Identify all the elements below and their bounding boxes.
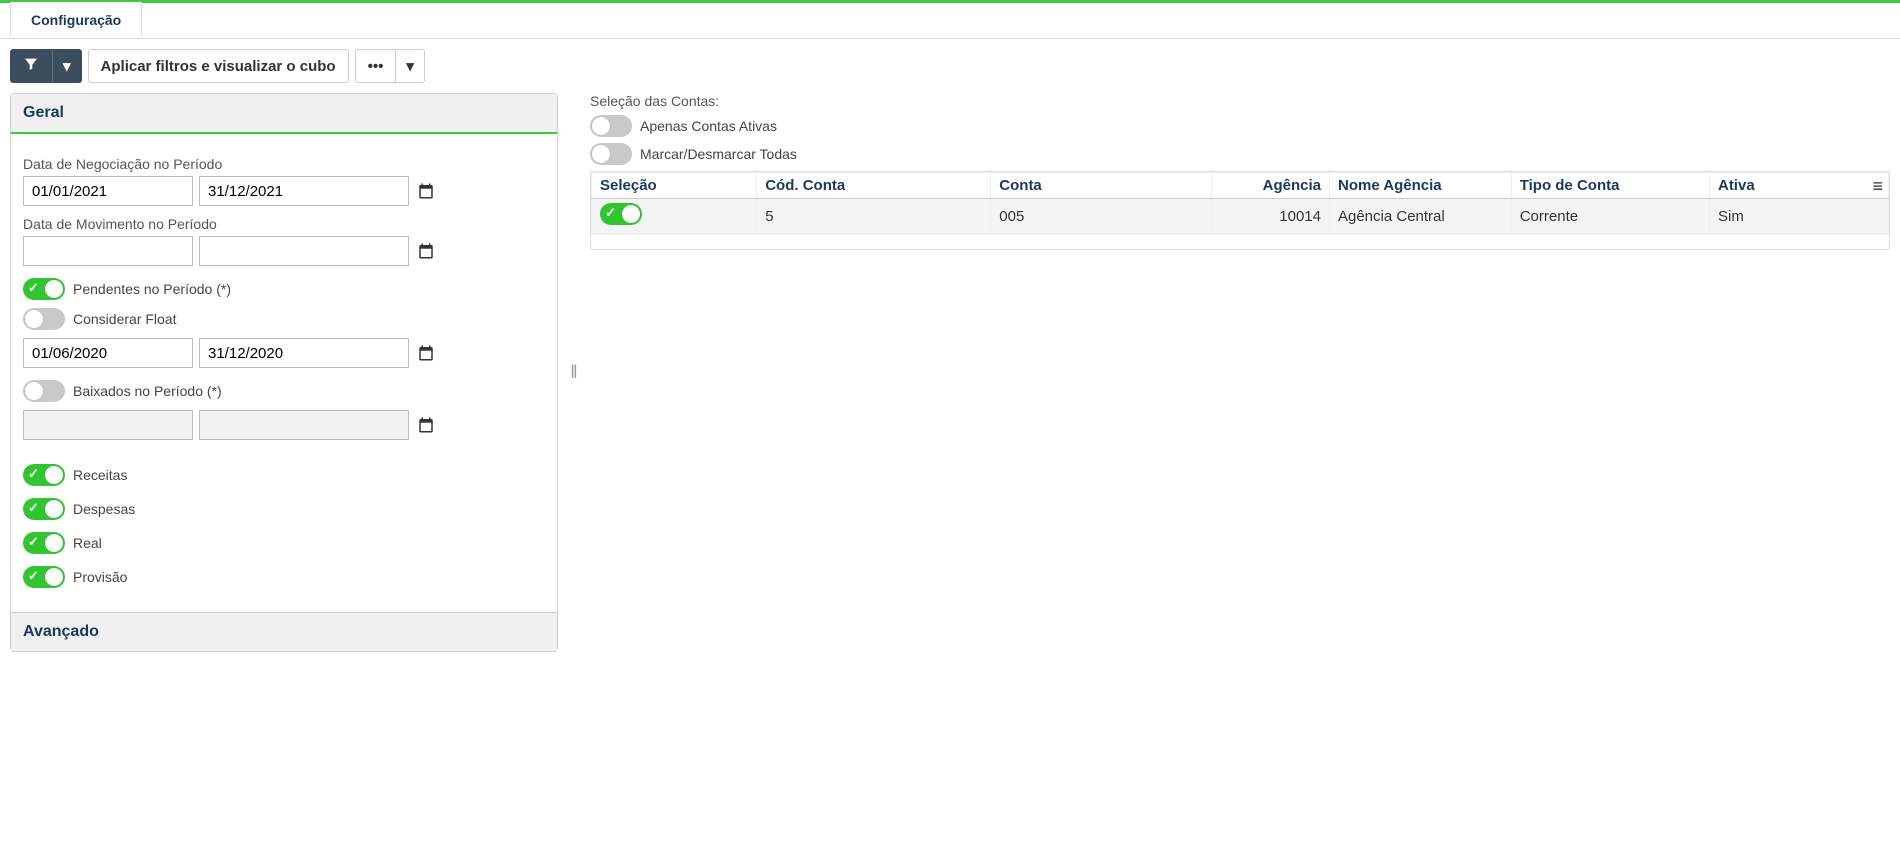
more-button[interactable]: ••• <box>355 49 397 83</box>
section-general-header[interactable]: Geral <box>11 94 557 134</box>
filter-caret[interactable]: ▾ <box>52 49 82 83</box>
col-nomeag[interactable]: Nome Agência <box>1329 173 1511 199</box>
col-conta[interactable]: Conta <box>991 173 1211 199</box>
calendar-icon[interactable] <box>415 180 437 202</box>
filter-button[interactable] <box>10 49 52 83</box>
section-general-body: Data de Negociação no Período Data de Mo… <box>11 134 557 612</box>
horizontal-scrollbar[interactable] <box>591 234 1889 249</box>
tab-configuracao[interactable]: Configuração <box>10 2 142 38</box>
baixados-switch[interactable] <box>23 380 65 402</box>
more-caret[interactable]: ▾ <box>396 49 425 83</box>
cell-tipo: Corrente <box>1511 199 1709 234</box>
cell-nomeag: Agência Central <box>1329 199 1511 234</box>
accounts-title: Seleção das Contas: <box>590 93 1890 109</box>
receitas-label: Receitas <box>73 467 127 483</box>
despesas-label: Despesas <box>73 501 135 517</box>
main-area: Geral Data de Negociação no Período Data… <box>0 93 1900 662</box>
left-panel: Geral Data de Negociação no Período Data… <box>10 93 558 652</box>
movement-label: Data de Movimento no Período <box>23 216 545 232</box>
pending-switch[interactable]: ✓ <box>23 278 65 300</box>
col-tipo[interactable]: Tipo de Conta <box>1511 173 1709 199</box>
row-selection-cell: ✓ <box>592 199 757 234</box>
calendar-icon[interactable] <box>415 240 437 262</box>
movement-from-input[interactable] <box>23 236 193 266</box>
more-split-button: ••• ▾ <box>355 49 425 83</box>
float-switch[interactable] <box>23 308 65 330</box>
pending-from-input[interactable] <box>23 338 193 368</box>
check-all-switch[interactable] <box>590 143 632 165</box>
calendar-icon[interactable] <box>415 414 437 436</box>
provisao-switch[interactable]: ✓ <box>23 566 65 588</box>
float-label: Considerar Float <box>73 311 177 327</box>
negotiation-from-input[interactable] <box>23 176 193 206</box>
col-cod[interactable]: Cód. Conta <box>757 173 991 199</box>
toolbar: ▾ Aplicar filtros e visualizar o cubo ••… <box>0 39 1900 93</box>
pending-label: Pendentes no Período (*) <box>73 281 231 297</box>
funnel-icon <box>23 59 39 76</box>
apply-filters-button[interactable]: Aplicar filtros e visualizar o cubo <box>88 49 349 83</box>
negotiation-to-input[interactable] <box>199 176 409 206</box>
cell-conta: 005 <box>991 199 1211 234</box>
cell-ativa: Sim <box>1709 199 1888 234</box>
table-row[interactable]: ✓ 500510014Agência CentralCorrenteSim <box>592 199 1889 234</box>
splitter-handle[interactable]: ‖ <box>570 93 578 652</box>
despesas-switch[interactable]: ✓ <box>23 498 65 520</box>
col-ativa[interactable]: Ativa <box>1709 173 1888 199</box>
only-active-label: Apenas Contas Ativas <box>640 118 777 134</box>
receitas-switch[interactable]: ✓ <box>23 464 65 486</box>
accounts-grid: ≡ Seleção Cód. Conta Conta Agência Nome … <box>590 171 1890 250</box>
cell-cod: 5 <box>757 199 991 234</box>
only-active-switch[interactable] <box>590 115 632 137</box>
movement-to-input[interactable] <box>199 236 409 266</box>
real-switch[interactable]: ✓ <box>23 532 65 554</box>
baixados-from-input <box>23 410 193 440</box>
cell-ag: 10014 <box>1211 199 1329 234</box>
baixados-label: Baixados no Período (*) <box>73 383 222 399</box>
right-panel: Seleção das Contas: Apenas Contas Ativas… <box>590 93 1890 652</box>
calendar-icon[interactable] <box>415 342 437 364</box>
baixados-to-input <box>199 410 409 440</box>
col-selecao[interactable]: Seleção <box>592 173 757 199</box>
row-selection-switch[interactable]: ✓ <box>600 203 642 225</box>
provisao-label: Provisão <box>73 569 127 585</box>
tabs-bar: Configuração <box>0 0 1900 39</box>
grid-menu-icon[interactable]: ≡ <box>1870 176 1885 197</box>
col-agencia[interactable]: Agência <box>1211 173 1329 199</box>
check-all-label: Marcar/Desmarcar Todas <box>640 146 797 162</box>
pending-to-input[interactable] <box>199 338 409 368</box>
section-advanced-header[interactable]: Avançado <box>11 612 557 651</box>
negotiation-label: Data de Negociação no Período <box>23 156 545 172</box>
filter-split-button: ▾ <box>10 49 82 83</box>
real-label: Real <box>73 535 102 551</box>
